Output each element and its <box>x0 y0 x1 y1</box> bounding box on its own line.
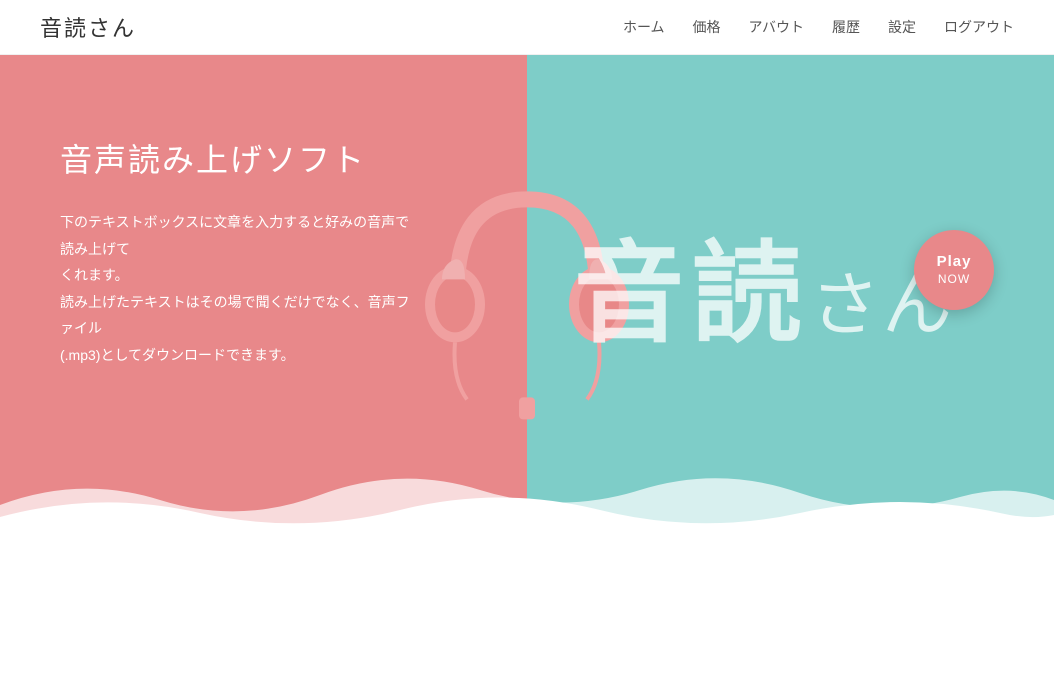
nav-home[interactable]: ホーム <box>623 17 665 37</box>
hero-brand-text: 音読さん <box>574 240 954 350</box>
nav-about[interactable]: アバウト <box>749 17 804 37</box>
nav-history[interactable]: 履歴 <box>832 17 860 37</box>
hero-text-left: 音声読み上げソフト 下のテキストボックスに文章を入力すると好みの音声で読み上げて… <box>60 135 420 369</box>
below-hero <box>0 535 1054 680</box>
nav-logout[interactable]: ログアウト <box>944 17 1014 37</box>
hero-title: 音声読み上げソフト <box>60 135 420 181</box>
play-label: Play <box>937 252 972 272</box>
play-now-button[interactable]: Play NOW <box>914 230 994 310</box>
hero-desc-line1: 下のテキストボックスに文章を入力すると好みの音声で読み上げて <box>60 214 409 257</box>
main-nav: ホーム 価格 アバウト 履歴 設定 ログアウト <box>623 17 1014 37</box>
hero-description: 下のテキストボックスに文章を入力すると好みの音声で読み上げて くれます。 読み上… <box>60 209 420 369</box>
nav-settings[interactable]: 設定 <box>888 17 916 37</box>
site-title: 音読さん <box>40 11 136 43</box>
hero-section: 音声読み上げソフト 下のテキストボックスに文章を入力すると好みの音声で読み上げて… <box>0 55 1054 535</box>
hero-brand-kanji: 音読 <box>574 240 810 350</box>
nav-price[interactable]: 価格 <box>693 17 721 37</box>
hero-desc-line3: 読み上げたテキストはその場で聞くだけでなく、音声ファイル <box>60 294 410 337</box>
site-header: 音読さん ホーム 価格 アバウト 履歴 設定 ログアウト <box>0 0 1054 55</box>
hero-desc-line2: くれます。 <box>60 267 129 283</box>
hero-wave <box>0 455 1054 535</box>
now-label: NOW <box>938 272 970 288</box>
hero-desc-line4: (.mp3)としてダウンロードできます。 <box>60 347 295 363</box>
